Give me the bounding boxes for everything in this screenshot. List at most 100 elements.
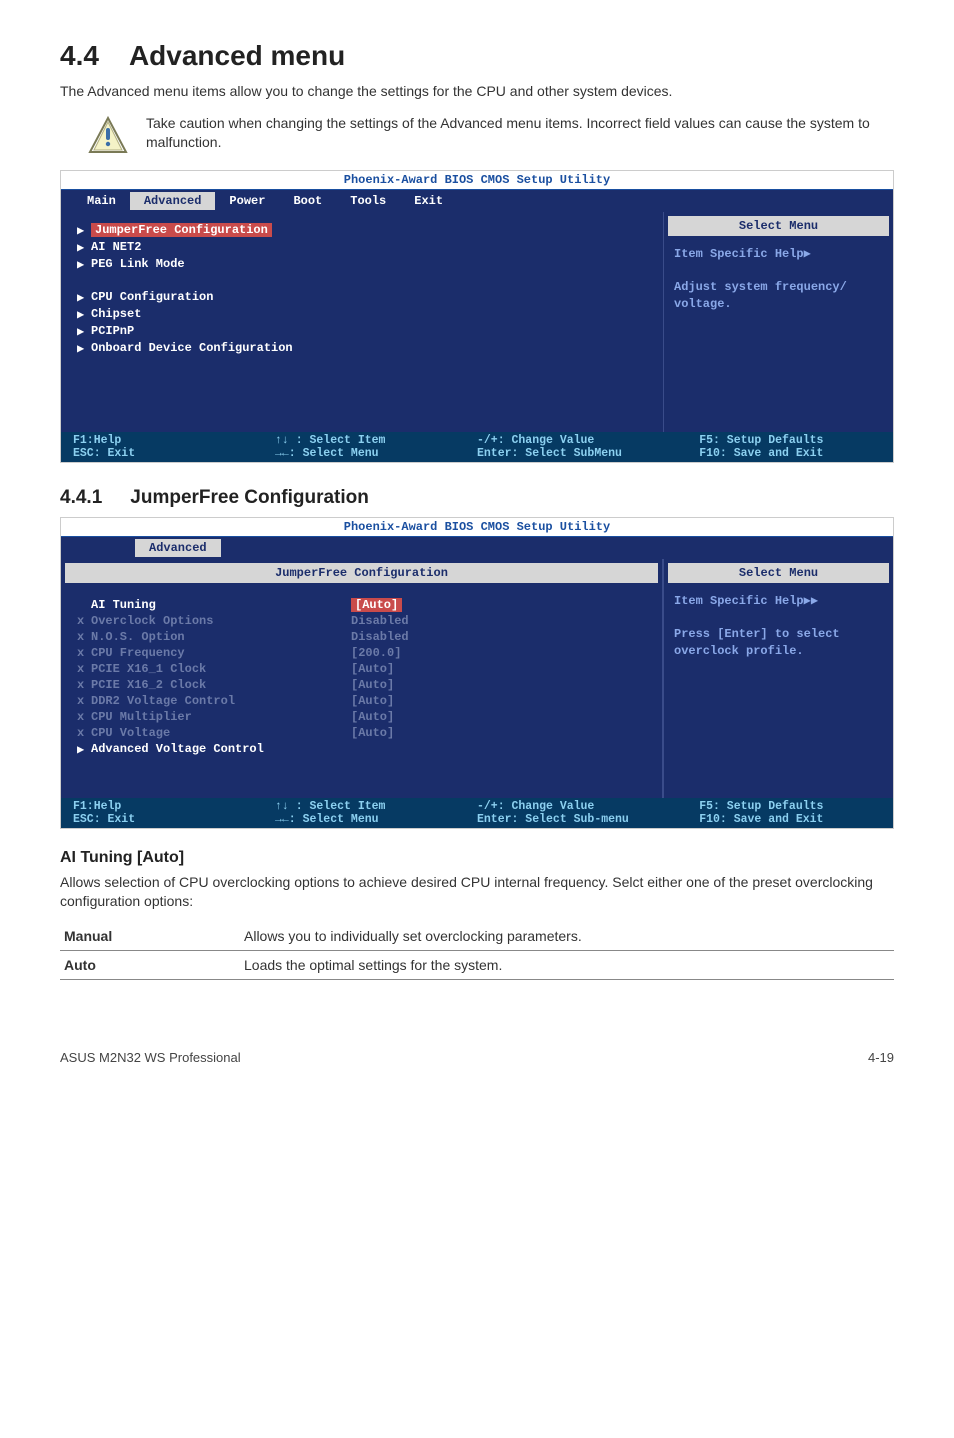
table-row: ManualAllows you to individually set ove… [60, 922, 894, 951]
triangle-right-icon: ▶ [77, 341, 91, 356]
option-desc: Allows you to individually set overclock… [240, 922, 894, 951]
caution-callout: Take caution when changing the settings … [60, 114, 894, 156]
bios-help-panel: Select Menu Item Specific Help▶▶ Press [… [663, 559, 893, 798]
footer-select-menu: →←: Select Menu [275, 813, 477, 826]
bios-menubar: MainAdvancedPowerBootToolsExit [61, 190, 893, 212]
config-value: [Auto] [351, 662, 394, 676]
config-value: [Auto] [351, 710, 394, 724]
bios-menu-item [77, 273, 647, 289]
item-description: Allows selection of CPU overclocking opt… [60, 873, 894, 912]
triangle-right-icon: ▶ [77, 290, 91, 305]
help-line: Press [Enter] to select [674, 626, 883, 643]
bios-help-body: Item Specific Help▶ Adjust system freque… [664, 240, 893, 319]
bios-menu-label: AI NET2 [91, 240, 141, 254]
config-value: Disabled [351, 630, 409, 644]
help-line: voltage. [674, 296, 883, 313]
tab-power: Power [215, 192, 279, 210]
section-number: 4.4 [60, 40, 99, 72]
footer-defaults: F5: Setup Defaults [699, 434, 881, 447]
subsection-title: 4.4.1 JumperFree Configuration [60, 487, 894, 509]
bios-menu-item: ▶JumperFree Configuration [77, 222, 647, 239]
footer-select-submenu: Enter: Select SubMenu [477, 447, 699, 460]
caution-icon [88, 116, 128, 156]
bios-config-row: xPCIE X16_2 Clock[Auto] [77, 677, 646, 693]
bios-screen-jumperfree: Phoenix-Award BIOS CMOS Setup Utility Ad… [60, 517, 894, 829]
triangle-right-icon: ▶ [77, 223, 91, 238]
footer-defaults: F5: Setup Defaults [699, 800, 881, 813]
bios-menu-item: ▶PCIPnP [77, 323, 647, 340]
triangle-right-icon: ▶ [77, 240, 91, 255]
footer-page-number: 4-19 [868, 1050, 894, 1065]
row-marker: x [77, 630, 91, 644]
bios-config-row: xN.O.S. OptionDisabled [77, 629, 646, 645]
footer-select-item: ↑↓ : Select Item [275, 434, 477, 447]
options-table: ManualAllows you to individually set ove… [60, 922, 894, 980]
config-value: [Auto] [351, 678, 394, 692]
config-value: [Auto] [351, 694, 394, 708]
subsection-number: 4.4.1 [60, 487, 102, 509]
config-label: DDR2 Voltage Control [91, 694, 351, 708]
footer-exit: ESC: Exit [73, 447, 275, 460]
row-marker: x [77, 710, 91, 724]
help-line [674, 262, 883, 279]
section-title-text: Advanced menu [129, 40, 345, 71]
section-title: 4.4 Advanced menu [60, 40, 894, 72]
help-line: overclock profile. [674, 643, 883, 660]
tab-exit: Exit [400, 192, 457, 210]
bios-config-row: xOverclock OptionsDisabled [77, 613, 646, 629]
item-heading: AI Tuning [Auto] [60, 849, 894, 867]
footer-save-exit: F10: Save and Exit [699, 447, 881, 460]
caution-text: Take caution when changing the settings … [146, 114, 894, 153]
bios-help-header: Select Menu [668, 563, 889, 583]
bios-main-panel: ▶JumperFree Configuration▶AI NET2▶PEG Li… [61, 212, 663, 432]
table-row: AutoLoads the optimal settings for the s… [60, 950, 894, 979]
footer-change-value: -/+: Change Value [477, 434, 699, 447]
row-marker: x [77, 614, 91, 628]
bios-config-row: xDDR2 Voltage Control[Auto] [77, 693, 646, 709]
bios-screen-advanced: Phoenix-Award BIOS CMOS Setup Utility Ma… [60, 170, 894, 463]
config-label: PCIE X16_2 Clock [91, 678, 351, 692]
config-label: AI Tuning [91, 598, 351, 612]
help-line: Item Specific Help▶▶ [674, 593, 883, 610]
footer-change-value: -/+: Change Value [477, 800, 699, 813]
bios-menu-item: ▶Onboard Device Configuration [77, 340, 647, 357]
tab-tools: Tools [336, 192, 400, 210]
footer-exit: ESC: Exit [73, 813, 275, 826]
bios-title: Phoenix-Award BIOS CMOS Setup Utility [61, 171, 893, 190]
footer-help: F1:Help [73, 800, 275, 813]
bios-footer: F1:Help ESC: Exit ↑↓ : Select Item →←: S… [61, 798, 893, 828]
bios-footer: F1:Help ESC: Exit ↑↓ : Select Item →←: S… [61, 432, 893, 462]
help-line [674, 609, 883, 626]
bios-menu-label: PEG Link Mode [91, 257, 185, 271]
triangle-right-icon: ▶ [77, 324, 91, 339]
bios-menu-label: PCIPnP [91, 324, 134, 338]
tab-main: Main [73, 192, 130, 210]
config-label: CPU Multiplier [91, 710, 351, 724]
bios-config-row: xCPU Frequency[200.0] [77, 645, 646, 661]
footer-help: F1:Help [73, 434, 275, 447]
config-value: [200.0] [351, 646, 401, 660]
config-label: Advanced Voltage Control [91, 742, 351, 756]
bios-title: Phoenix-Award BIOS CMOS Setup Utility [61, 518, 893, 537]
bios-main-panel: AI Tuning[Auto]xOverclock OptionsDisable… [61, 587, 662, 798]
config-label: CPU Voltage [91, 726, 351, 740]
help-line: Adjust system frequency/ [674, 279, 883, 296]
option-key: Manual [60, 922, 240, 951]
config-value: [Auto] [351, 598, 402, 612]
config-label: PCIE X16_1 Clock [91, 662, 351, 676]
bios-menu-item: ▶Chipset [77, 306, 647, 323]
row-marker: x [77, 694, 91, 708]
footer-product: ASUS M2N32 WS Professional [60, 1050, 241, 1065]
bios-config-row: AI Tuning[Auto] [77, 597, 646, 613]
footer-select-submenu: Enter: Select Sub-menu [477, 813, 699, 826]
subsection-title-text: JumperFree Configuration [130, 487, 369, 508]
row-marker: x [77, 726, 91, 740]
page-footer: ASUS M2N32 WS Professional 4-19 [60, 1050, 894, 1065]
triangle-right-icon: ▶ [77, 257, 91, 272]
footer-select-menu: →←: Select Menu [275, 447, 477, 460]
bios-menubar: Advanced [61, 537, 893, 559]
triangle-right-icon: ▶ [77, 742, 91, 757]
tab-advanced: Advanced [135, 539, 221, 557]
bios-menu-item: ▶PEG Link Mode [77, 256, 647, 273]
bios-menu-item: ▶CPU Configuration [77, 289, 647, 306]
